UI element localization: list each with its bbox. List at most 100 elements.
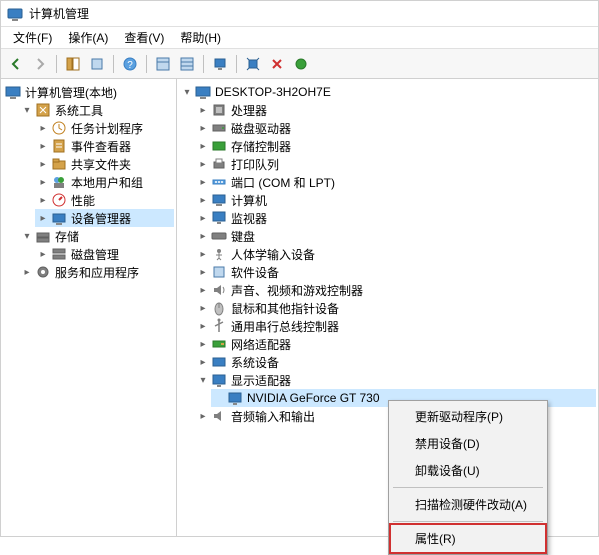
tree-item[interactable]: ▸ 性能 xyxy=(35,191,174,209)
category-icon xyxy=(211,300,227,316)
device-category[interactable]: ▸ 网络适配器 xyxy=(195,335,596,353)
expander-icon[interactable]: ▸ xyxy=(197,230,209,242)
expander-icon[interactable]: ▸ xyxy=(37,176,49,188)
device-category[interactable]: ▸ 监视器 xyxy=(195,209,596,227)
menu-view[interactable]: 查看(V) xyxy=(118,27,170,48)
device-category-label: 监视器 xyxy=(231,210,267,227)
tree-item[interactable]: ▸ 设备管理器 xyxy=(35,209,174,227)
expander-icon[interactable]: ▸ xyxy=(21,266,33,278)
menu-help[interactable]: 帮助(H) xyxy=(174,27,227,48)
item-icon xyxy=(51,120,67,136)
expander-icon[interactable]: ▸ xyxy=(197,194,209,206)
category-icon xyxy=(211,174,227,190)
expander-icon[interactable]: ▸ xyxy=(197,356,209,368)
expander-icon[interactable]: ▸ xyxy=(37,194,49,206)
expander-icon[interactable]: ▸ xyxy=(197,338,209,350)
back-button[interactable] xyxy=(5,53,27,75)
expander-icon[interactable]: ▸ xyxy=(37,212,49,224)
console-tree-pane[interactable]: 计算机管理(本地) ▾ 系统工具 ▸ 任务计划程序 ▸ 事件查看器 ▸ 共享文件… xyxy=(1,79,177,536)
device-category[interactable]: ▸ 存储控制器 xyxy=(195,137,596,155)
expander-icon[interactable]: ▾ xyxy=(21,230,33,242)
show-hide-tree-button[interactable] xyxy=(62,53,84,75)
device-category[interactable]: ▾ 显示适配器 xyxy=(195,371,596,389)
view1-button[interactable] xyxy=(152,53,174,75)
expander-icon[interactable]: ▾ xyxy=(21,104,33,116)
device-category[interactable]: ▸ 人体学输入设备 xyxy=(195,245,596,263)
context-menu-item[interactable]: 禁用设备(D) xyxy=(391,430,545,457)
expander-icon[interactable]: ▾ xyxy=(181,86,193,98)
device-category-label: 显示适配器 xyxy=(231,372,291,389)
item-icon xyxy=(51,210,67,226)
expander-icon[interactable]: ▸ xyxy=(197,140,209,152)
device-category[interactable]: ▸ 声音、视频和游戏控制器 xyxy=(195,281,596,299)
device-icon xyxy=(227,390,243,406)
uninstall-device-button[interactable] xyxy=(266,53,288,75)
forward-button[interactable] xyxy=(29,53,51,75)
device-category[interactable]: ▸ 键盘 xyxy=(195,227,596,245)
device-category-label: 键盘 xyxy=(231,228,255,245)
properties-toolbar-button[interactable] xyxy=(86,53,108,75)
menu-action[interactable]: 操作(A) xyxy=(62,27,114,48)
expander-icon[interactable]: ▸ xyxy=(37,140,49,152)
context-menu-separator xyxy=(393,487,543,488)
device-category[interactable]: ▸ 端口 (COM 和 LPT) xyxy=(195,173,596,191)
toolbar-separator xyxy=(56,55,57,73)
expander-icon[interactable]: ▸ xyxy=(37,122,49,134)
context-menu-item[interactable]: 更新驱动程序(P) xyxy=(391,403,545,430)
help-toolbar-button[interactable]: ? xyxy=(119,53,141,75)
menu-file[interactable]: 文件(F) xyxy=(7,27,58,48)
expander-icon[interactable]: ▸ xyxy=(197,284,209,296)
expander-icon[interactable]: ▸ xyxy=(197,212,209,224)
expander-icon[interactable]: ▸ xyxy=(197,122,209,134)
tree-item[interactable]: ▸ 事件查看器 xyxy=(35,137,174,155)
view2-button[interactable] xyxy=(176,53,198,75)
device-category-label: 计算机 xyxy=(231,192,267,209)
expander-icon[interactable]: ▸ xyxy=(197,104,209,116)
device-item-label: NVIDIA GeForce GT 730 xyxy=(247,391,380,405)
tree-group-label: 服务和应用程序 xyxy=(55,264,139,281)
toolbar-separator xyxy=(113,55,114,73)
expander-icon[interactable]: ▸ xyxy=(197,320,209,332)
enable-device-button[interactable] xyxy=(290,53,312,75)
expander-icon[interactable]: ▸ xyxy=(37,158,49,170)
device-category[interactable]: ▸ 软件设备 xyxy=(195,263,596,281)
monitor-button[interactable] xyxy=(209,53,231,75)
tree-group[interactable]: ▾ 系统工具 xyxy=(19,101,174,119)
device-category[interactable]: ▸ 打印队列 xyxy=(195,155,596,173)
category-icon xyxy=(211,354,227,370)
device-category-label: 软件设备 xyxy=(231,264,279,281)
tree-group[interactable]: ▸ 服务和应用程序 xyxy=(19,263,174,281)
expander-icon[interactable]: ▸ xyxy=(197,410,209,422)
device-category-label: 音频输入和输出 xyxy=(231,408,315,425)
expander-icon[interactable]: ▸ xyxy=(197,158,209,170)
device-category-label: 鼠标和其他指针设备 xyxy=(231,300,339,317)
expander-icon[interactable]: ▸ xyxy=(197,302,209,314)
expander-icon[interactable]: ▾ xyxy=(197,374,209,386)
tree-item[interactable]: ▸ 任务计划程序 xyxy=(35,119,174,137)
tree-group[interactable]: ▾ 存储 xyxy=(19,227,174,245)
tree-root-computer-management[interactable]: 计算机管理(本地) xyxy=(3,83,174,101)
category-icon xyxy=(211,336,227,352)
device-category[interactable]: ▸ 系统设备 xyxy=(195,353,596,371)
device-category-label: 系统设备 xyxy=(231,354,279,371)
device-category[interactable]: ▸ 处理器 xyxy=(195,101,596,119)
device-category[interactable]: ▸ 计算机 xyxy=(195,191,596,209)
expander-icon[interactable]: ▸ xyxy=(197,248,209,260)
tree-group-label: 系统工具 xyxy=(55,102,103,119)
tree-item[interactable]: ▸ 共享文件夹 xyxy=(35,155,174,173)
device-category[interactable]: ▸ 磁盘驱动器 xyxy=(195,119,596,137)
expander-icon[interactable]: ▸ xyxy=(37,248,49,260)
tree-item[interactable]: ▸ 磁盘管理 xyxy=(35,245,174,263)
category-icon xyxy=(211,318,227,334)
device-category[interactable]: ▸ 通用串行总线控制器 xyxy=(195,317,596,335)
group-icon xyxy=(35,264,51,280)
context-menu-item[interactable]: 卸载设备(U) xyxy=(391,457,545,484)
device-category[interactable]: ▸ 鼠标和其他指针设备 xyxy=(195,299,596,317)
context-menu-item[interactable]: 扫描检测硬件改动(A) xyxy=(391,491,545,518)
expander-icon[interactable]: ▸ xyxy=(197,176,209,188)
device-root[interactable]: ▾ DESKTOP-3H2OH7E xyxy=(179,83,596,101)
context-menu-item[interactable]: 属性(R) xyxy=(389,523,547,554)
expander-icon[interactable]: ▸ xyxy=(197,266,209,278)
tree-item[interactable]: ▸ 本地用户和组 xyxy=(35,173,174,191)
scan-hardware-button[interactable] xyxy=(242,53,264,75)
